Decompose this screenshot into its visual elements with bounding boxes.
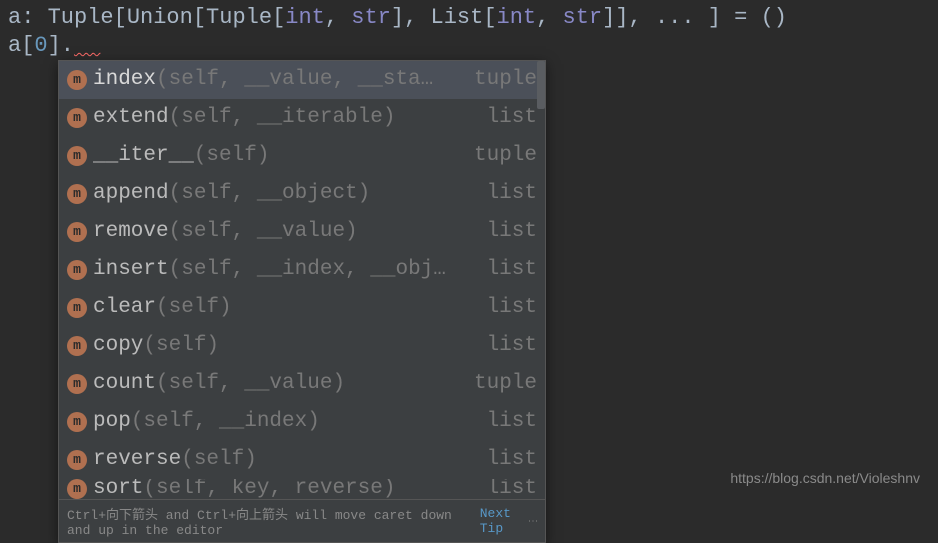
method-type: list xyxy=(475,405,537,439)
method-signature: sort(self, key, reverse) xyxy=(93,479,475,499)
method-name: remove xyxy=(93,220,169,243)
method-name: extend xyxy=(93,106,169,129)
method-params: (self, __value) xyxy=(156,372,345,395)
method-type: tuple xyxy=(462,367,537,401)
method-type: list xyxy=(475,329,537,363)
completion-item[interactable]: m__iter__(self)tuple xyxy=(59,137,545,175)
method-params: (self, __object) xyxy=(169,182,371,205)
scrollbar-thumb[interactable] xyxy=(537,61,545,109)
method-type: list xyxy=(475,177,537,211)
completion-item[interactable]: msort(self, key, reverse)list xyxy=(59,479,545,499)
method-type: list xyxy=(475,101,537,135)
method-name: sort xyxy=(93,479,143,499)
method-type: tuple xyxy=(462,63,537,97)
method-signature: extend(self, __iterable) xyxy=(93,101,475,135)
completion-item[interactable]: mreverse(self)list xyxy=(59,441,545,479)
method-signature: append(self, __object) xyxy=(93,177,475,211)
completion-list[interactable]: mindex(self, __value, __sta…tuplemextend… xyxy=(59,61,545,499)
method-icon: m xyxy=(67,450,87,470)
method-params: (self) xyxy=(156,296,232,319)
method-icon: m xyxy=(67,412,87,432)
method-icon: m xyxy=(67,260,87,280)
method-params: (self, key, reverse) xyxy=(143,479,395,499)
method-signature: clear(self) xyxy=(93,291,475,325)
method-icon: m xyxy=(67,479,87,499)
method-params: (self) xyxy=(143,334,219,357)
completion-popup[interactable]: mindex(self, __value, __sta…tuplemextend… xyxy=(58,60,546,543)
method-icon: m xyxy=(67,336,87,356)
code-line-2[interactable]: a[0]. xyxy=(8,32,930,60)
completion-item[interactable]: mindex(self, __value, __sta…tuple xyxy=(59,61,545,99)
method-signature: copy(self) xyxy=(93,329,475,363)
completion-item[interactable]: mclear(self)list xyxy=(59,289,545,327)
method-name: pop xyxy=(93,410,131,433)
completion-item[interactable]: mpop(self, __index)list xyxy=(59,403,545,441)
method-icon: m xyxy=(67,184,87,204)
method-name: append xyxy=(93,182,169,205)
completion-item[interactable]: mappend(self, __object)list xyxy=(59,175,545,213)
method-type: tuple xyxy=(462,139,537,173)
method-params: (self, __index, __obj… xyxy=(169,258,446,281)
method-type: list xyxy=(475,215,537,249)
method-type: list xyxy=(475,479,537,499)
method-params: (self, __iterable) xyxy=(169,106,396,129)
completion-item[interactable]: mextend(self, __iterable)list xyxy=(59,99,545,137)
completion-item[interactable]: minsert(self, __index, __obj…list xyxy=(59,251,545,289)
more-icon[interactable]: ⋮ xyxy=(526,516,537,527)
method-signature: __iter__(self) xyxy=(93,139,462,173)
method-icon: m xyxy=(67,298,87,318)
error-squiggle xyxy=(74,33,100,58)
method-name: insert xyxy=(93,258,169,281)
method-name: copy xyxy=(93,334,143,357)
method-params: (self) xyxy=(181,448,257,471)
method-signature: count(self, __value) xyxy=(93,367,462,401)
method-type: list xyxy=(475,291,537,325)
code-line-1[interactable]: a: Tuple[Union[Tuple[int, str], List[int… xyxy=(8,4,930,32)
hint-bar: Ctrl+向下箭头 and Ctrl+向上箭头 will move caret … xyxy=(59,499,545,542)
method-name: count xyxy=(93,372,156,395)
method-icon: m xyxy=(67,146,87,166)
method-params: (self) xyxy=(194,144,270,167)
method-params: (self, __value) xyxy=(169,220,358,243)
code-editor[interactable]: a: Tuple[Union[Tuple[int, str], List[int… xyxy=(0,0,938,64)
method-signature: index(self, __value, __sta… xyxy=(93,63,462,97)
completion-item[interactable]: mcopy(self)list xyxy=(59,327,545,365)
method-signature: reverse(self) xyxy=(93,443,475,477)
method-icon: m xyxy=(67,70,87,90)
method-signature: insert(self, __index, __obj… xyxy=(93,253,475,287)
method-params: (self, __value, __sta… xyxy=(156,68,433,91)
method-icon: m xyxy=(67,108,87,128)
method-icon: m xyxy=(67,222,87,242)
watermark: https://blog.csdn.net/Violeshnv xyxy=(730,470,920,486)
method-signature: pop(self, __index) xyxy=(93,405,475,439)
method-name: __iter__ xyxy=(93,144,194,167)
method-icon: m xyxy=(67,374,87,394)
method-name: index xyxy=(93,68,156,91)
completion-item[interactable]: mcount(self, __value)tuple xyxy=(59,365,545,403)
completion-item[interactable]: mremove(self, __value)list xyxy=(59,213,545,251)
method-params: (self, __index) xyxy=(131,410,320,433)
method-type: list xyxy=(475,253,537,287)
method-signature: remove(self, __value) xyxy=(93,215,475,249)
next-tip-link[interactable]: Next Tip xyxy=(480,506,526,536)
hint-text: Ctrl+向下箭头 and Ctrl+向上箭头 will move caret … xyxy=(67,504,474,538)
method-name: reverse xyxy=(93,448,181,471)
method-type: list xyxy=(475,443,537,477)
method-name: clear xyxy=(93,296,156,319)
